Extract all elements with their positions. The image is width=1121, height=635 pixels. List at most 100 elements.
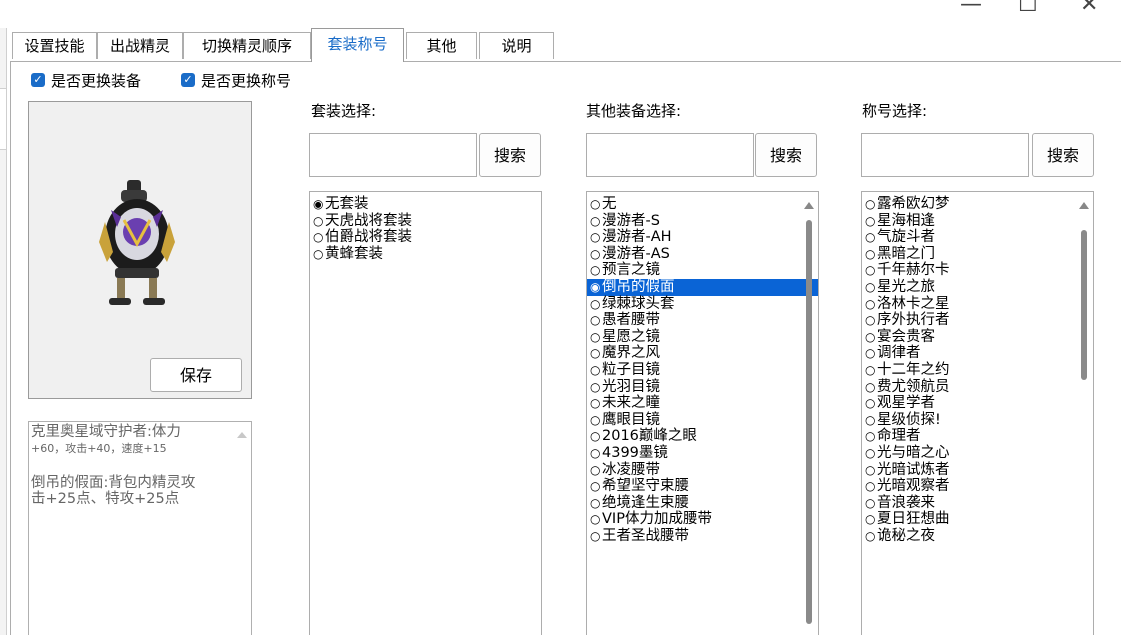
scroll-up-icon[interactable] [804,202,814,209]
radio-icon[interactable]: ○ [590,262,602,279]
list-item[interactable]: ○ 光与暗之心 [862,445,1093,462]
list-item[interactable]: ○ 未来之瞳 [587,395,818,412]
radio-icon[interactable]: ○ [590,296,602,313]
list-item[interactable]: ○ 十二年之约 [862,362,1093,379]
radio-icon[interactable]: ○ [865,262,877,279]
list-item[interactable]: ○ 漫游者-AH [587,229,818,246]
close-icon[interactable]: ✕ [1080,0,1098,17]
list-item[interactable]: ◉ 倒吊的假面 [587,278,818,296]
radio-icon[interactable]: ○ [590,246,602,263]
list-item[interactable]: ○ 序外执行者 [862,312,1093,329]
suit-list[interactable]: ◉ 无套装 ○ 天虎战将套装 ○ 伯爵战将套装 ○ 黄蜂套装 [309,191,542,635]
equipment-search-input[interactable] [586,133,754,177]
radio-icon[interactable]: ○ [865,296,877,313]
list-item[interactable]: ○ 命理者 [862,428,1093,445]
tab-suit-title[interactable]: 套装称号 [311,28,404,62]
radio-icon[interactable]: ○ [590,345,602,362]
list-item[interactable]: ○ 预言之镜 [587,262,818,279]
list-item[interactable]: ○ 绿棘球头套 [587,296,818,313]
radio-icon[interactable]: ○ [313,229,325,246]
change-title-checkbox[interactable]: ✓ 是否更换称号 [181,70,291,90]
radio-icon[interactable]: ○ [590,312,602,329]
list-item[interactable]: ○ VIP体力加成腰带 [587,511,818,528]
radio-icon[interactable]: ○ [590,395,602,412]
equipment-search-button[interactable]: 搜索 [755,133,817,177]
list-item[interactable]: ○ 希望坚守束腰 [587,478,818,495]
suit-search-button[interactable]: 搜索 [479,133,541,177]
radio-icon[interactable]: ○ [865,478,877,495]
title-search-input[interactable] [861,133,1029,177]
list-item[interactable]: ○ 粒子目镜 [587,362,818,379]
radio-icon[interactable]: ○ [313,213,325,230]
radio-icon[interactable]: ○ [865,511,877,528]
radio-icon[interactable]: ○ [590,379,602,396]
list-item[interactable]: ○ 天虎战将套装 [310,213,541,230]
list-item[interactable]: ○ 音浪袭来 [862,495,1093,512]
list-item[interactable]: ○ 冰凌腰带 [587,462,818,479]
list-item[interactable]: ○ 伯爵战将套装 [310,229,541,246]
radio-icon[interactable]: ○ [865,246,877,263]
list-item[interactable]: ○ 露希欧幻梦 [862,196,1093,213]
radio-icon[interactable]: ○ [590,362,602,379]
radio-icon[interactable]: ○ [865,528,877,545]
radio-icon[interactable]: ○ [865,329,877,346]
radio-icon[interactable]: ○ [865,495,877,512]
radio-icon[interactable]: ○ [865,345,877,362]
tab-other[interactable]: 其他 [406,32,477,59]
list-item[interactable]: ○ 洛林卡之星 [862,296,1093,313]
radio-icon[interactable]: ○ [865,279,877,296]
scroll-thumb[interactable] [806,220,812,624]
radio-icon[interactable]: ○ [590,229,602,246]
radio-icon[interactable]: ○ [865,196,877,213]
radio-icon[interactable]: ◉ [313,196,325,213]
list-item[interactable]: ○ 星海相逢 [862,213,1093,230]
list-item[interactable]: ○ 星光之旅 [862,279,1093,296]
radio-icon[interactable]: ○ [865,428,877,445]
list-item[interactable]: ○ 愚者腰带 [587,312,818,329]
list-item[interactable]: ○ 调律者 [862,345,1093,362]
tab-help[interactable]: 说明 [479,32,554,59]
radio-icon[interactable]: ○ [865,213,877,230]
list-item[interactable]: ○ 王者圣战腰带 [587,528,818,545]
title-search-button[interactable]: 搜索 [1032,133,1094,177]
list-item[interactable]: ○ 2016巅峰之眼 [587,428,818,445]
scroll-up-icon[interactable] [237,432,247,438]
tab-switch-order[interactable]: 切换精灵顺序 [183,32,311,59]
list-item[interactable]: ○ 气旋斗者 [862,229,1093,246]
list-item[interactable]: ○ 诡秘之夜 [862,528,1093,545]
list-item[interactable]: ○ 黄蜂套装 [310,246,541,263]
radio-icon[interactable]: ○ [590,462,602,479]
radio-icon[interactable]: ○ [590,213,602,230]
radio-icon[interactable]: ○ [865,229,877,246]
radio-icon[interactable]: ○ [865,445,877,462]
tab-battle-sprite[interactable]: 出战精灵 [97,32,183,59]
list-item[interactable]: ○ 漫游者-AS [587,246,818,263]
radio-icon[interactable]: ○ [590,445,602,462]
radio-icon[interactable]: ○ [313,246,325,263]
radio-icon[interactable]: ○ [590,329,602,346]
radio-icon[interactable]: ○ [590,412,602,429]
list-item[interactable]: ○ 观星学者 [862,395,1093,412]
list-item[interactable]: ○ 魔界之风 [587,345,818,362]
radio-icon[interactable]: ○ [590,495,602,512]
tab-skills[interactable]: 设置技能 [12,32,97,59]
list-item[interactable]: ○ 光暗观察者 [862,478,1093,495]
radio-icon[interactable]: ○ [590,528,602,545]
minimize-icon[interactable]: — [960,0,982,17]
list-item[interactable]: ○ 夏日狂想曲 [862,511,1093,528]
radio-icon[interactable]: ○ [590,196,602,213]
radio-icon[interactable]: ○ [865,312,877,329]
title-scrollbar[interactable] [1078,192,1090,635]
title-list[interactable]: ○ 露希欧幻梦 ○ 星海相逢 ○ 气旋斗者 ○ 黑暗之门 ○ 千年赫尔卡 ○ 星光之旅 ○ 洛林卡之星 ○ 序… [861,191,1094,635]
radio-icon[interactable]: ○ [590,511,602,528]
radio-icon[interactable]: ○ [865,379,877,396]
equipment-list[interactable]: ○ 无 ○ 漫游者-S ○ 漫游者-AH ○ 漫游者-AS ○ 预言之镜 ◉ 倒吊的假面 ○ 绿棘球头套 ○… [586,191,819,635]
radio-icon[interactable]: ○ [865,462,877,479]
radio-icon[interactable]: ○ [590,478,602,495]
radio-icon[interactable]: ○ [865,412,877,429]
scroll-up-icon[interactable] [1079,202,1089,209]
list-item[interactable]: ○ 无 [587,196,818,213]
radio-icon[interactable]: ◉ [590,279,602,296]
radio-icon[interactable]: ○ [590,428,602,445]
list-item[interactable]: ○ 千年赫尔卡 [862,262,1093,279]
